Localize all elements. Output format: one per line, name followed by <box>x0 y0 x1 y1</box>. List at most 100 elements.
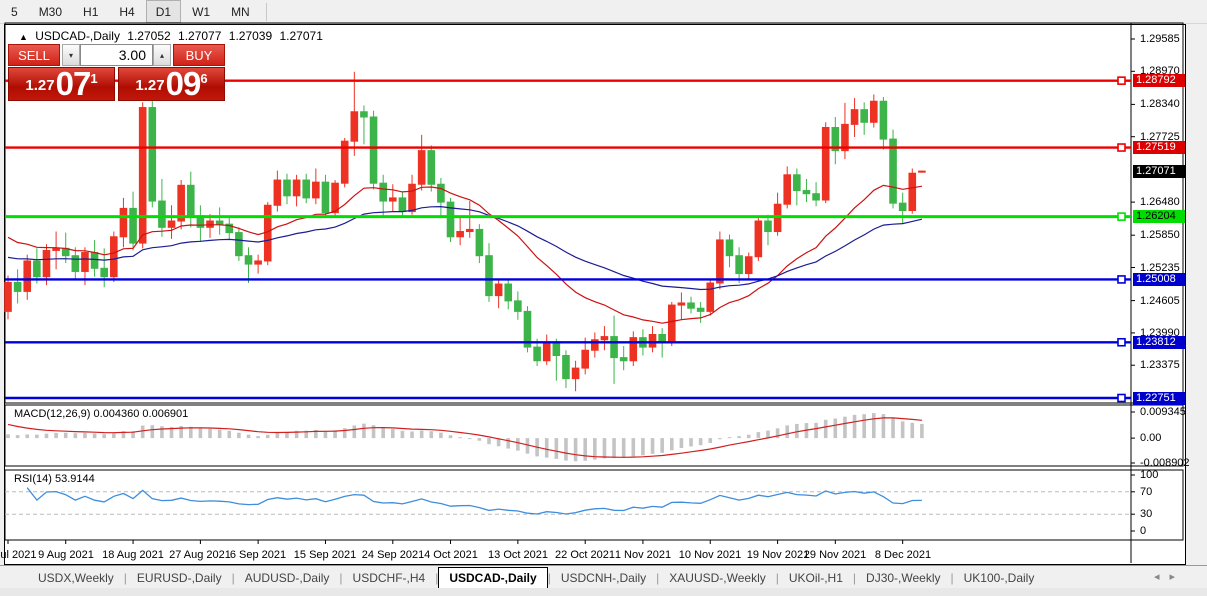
macd-histogram-bar <box>160 426 164 439</box>
candle-body <box>581 349 590 369</box>
candle-body <box>254 260 262 265</box>
candle-body <box>793 174 801 192</box>
macd-histogram-bar <box>833 418 838 439</box>
volume-decrease-button[interactable]: ▾ <box>62 44 80 66</box>
macd-histogram-bar <box>256 436 260 439</box>
candle-body <box>186 184 195 217</box>
candle-body <box>312 181 320 199</box>
macd-histogram-bar <box>467 438 472 440</box>
candle-body <box>879 100 888 140</box>
sell-button[interactable]: SELL <box>8 44 60 66</box>
macd-histogram-bar <box>237 432 241 439</box>
line-handle[interactable] <box>1117 212 1126 221</box>
one-click-trade-panel: SELL ▾ 3.00 ▴ BUY 1.27 07 1 1.27 09 6 <box>8 44 225 101</box>
candle-body <box>494 283 503 297</box>
macd-histogram-bar <box>400 430 405 439</box>
macd-histogram-bar <box>823 419 828 439</box>
macd-histogram-bar <box>641 438 645 456</box>
candle-body <box>369 116 378 184</box>
macd-histogram-bar <box>487 438 491 445</box>
candle-body <box>42 249 51 278</box>
macd-histogram-bar <box>63 432 68 439</box>
macd-histogram-bar <box>150 425 155 439</box>
candle-body <box>283 179 291 197</box>
macd-histogram-bar <box>910 422 915 439</box>
candle-body <box>658 333 666 343</box>
candle-body <box>812 193 820 201</box>
candle-body <box>744 256 753 275</box>
candle-body <box>802 190 811 195</box>
candle-body <box>4 281 12 312</box>
candle-body <box>908 172 917 212</box>
buy-price-big: 09 <box>165 65 202 102</box>
sell-price-pip: 1 <box>90 71 98 86</box>
candle-body <box>437 183 445 203</box>
macd-histogram-bar <box>785 425 790 439</box>
line-handle[interactable] <box>1117 337 1126 347</box>
macd-histogram-bar <box>525 438 530 454</box>
line-handle[interactable] <box>1117 143 1126 152</box>
collapse-icon[interactable]: ▲ <box>19 32 28 42</box>
macd-histogram-bar <box>227 430 232 439</box>
candle-body <box>23 260 32 292</box>
candle-body <box>735 255 743 275</box>
candle-body <box>110 236 118 278</box>
macd-histogram-bar <box>612 438 616 459</box>
candle-body <box>350 111 359 142</box>
candle-body <box>542 342 551 362</box>
sell-price-prefix: 1.27 <box>25 77 55 94</box>
macd-histogram-bar <box>718 438 722 440</box>
buy-price-display[interactable]: 1.27 09 6 <box>118 67 225 101</box>
macd-histogram-bar <box>265 434 270 439</box>
macd-histogram-bar <box>920 423 924 439</box>
candle-body <box>33 260 41 278</box>
candle-body <box>52 247 60 251</box>
line-handle[interactable] <box>1117 393 1126 403</box>
candle-body <box>71 255 80 272</box>
macd-histogram-bar <box>342 428 347 439</box>
macd-histogram-bar <box>727 437 732 439</box>
candle-body <box>167 220 176 228</box>
volume-input[interactable]: 3.00 <box>80 44 153 66</box>
macd-histogram-bar <box>573 438 578 462</box>
macd-histogram-bar <box>900 421 905 439</box>
candle-body <box>485 255 493 297</box>
candle-body <box>138 107 147 244</box>
macd-histogram-bar <box>554 438 559 459</box>
candle-body <box>821 127 830 201</box>
line-handle[interactable] <box>1117 76 1126 85</box>
candle-body <box>571 367 580 380</box>
macd-histogram-bar <box>564 438 568 461</box>
macd-histogram-bar <box>35 434 39 439</box>
macd-signal-line <box>7 417 922 458</box>
candle-body <box>148 107 157 202</box>
candle-body <box>552 342 561 357</box>
macd-histogram-bar <box>275 432 280 439</box>
macd-histogram-bar <box>698 438 703 446</box>
macd-histogram-bar <box>25 434 30 439</box>
sell-price-display[interactable]: 1.27 07 1 <box>8 67 115 101</box>
macd-histogram-bar <box>891 417 895 439</box>
candle-body <box>898 202 907 212</box>
buy-button[interactable]: BUY <box>173 44 225 66</box>
candle-body <box>215 220 224 225</box>
macd-histogram-bar <box>506 438 511 449</box>
pane-frame <box>4 469 1184 541</box>
candle-body <box>610 336 618 359</box>
candle-body <box>119 207 128 238</box>
macd-histogram-bar <box>198 427 203 439</box>
candle-body <box>263 204 272 262</box>
candle-body <box>754 220 763 258</box>
candle-body <box>706 282 715 312</box>
line-handle[interactable] <box>1117 275 1126 284</box>
candle-body <box>292 179 301 197</box>
candle-body <box>321 181 330 214</box>
candle-body <box>81 252 89 272</box>
macd-histogram-bar <box>208 428 212 439</box>
candle-body <box>158 200 166 228</box>
candle-body <box>870 100 878 123</box>
candle-body <box>244 255 253 265</box>
candle-body <box>427 150 436 185</box>
macd-histogram-bar <box>746 434 751 439</box>
volume-increase-button[interactable]: ▴ <box>153 44 171 66</box>
